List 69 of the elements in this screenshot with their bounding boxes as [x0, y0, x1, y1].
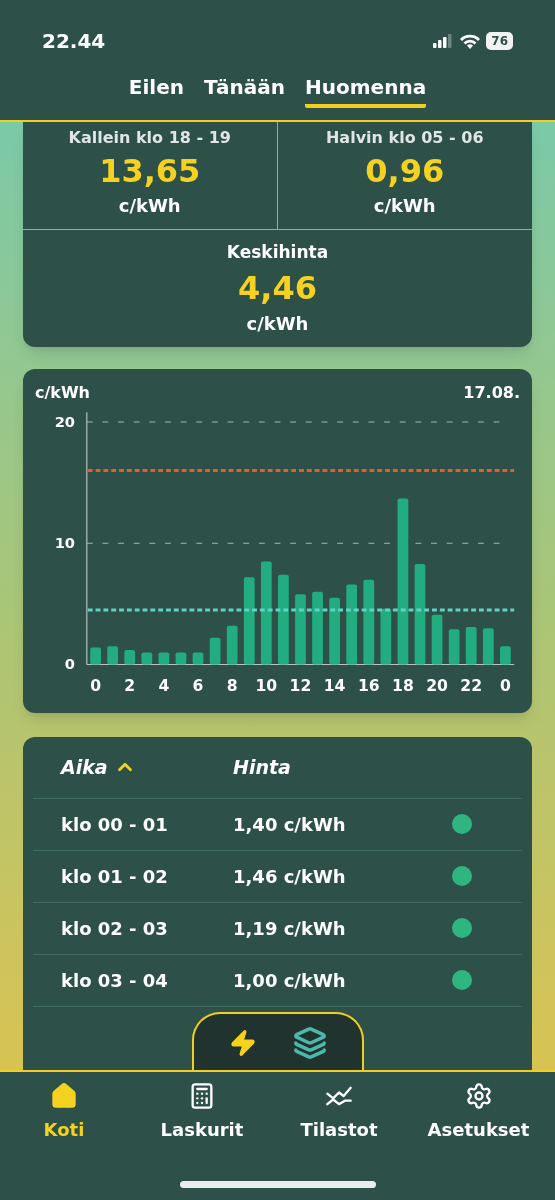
price-bar: [124, 649, 136, 665]
summary-unit: c/kWh: [118, 194, 181, 218]
x-tick-label: 18: [392, 675, 414, 695]
x-tick-label: 12: [289, 675, 312, 695]
bolt-button[interactable]: [229, 1029, 257, 1057]
price-cell-text: 1,40 c/kWh: [233, 812, 347, 837]
x-tick-label: 20: [426, 675, 448, 695]
price-bar: [107, 645, 119, 665]
price-bar: [431, 614, 443, 665]
x-tick-label: 14: [323, 675, 346, 695]
price-cell-text: 1,19 c/kWh: [233, 916, 347, 941]
home-icon: [50, 1082, 78, 1110]
summary-value: 13,65: [99, 151, 201, 192]
price-bar: [90, 647, 101, 665]
summary-label: Kallein klo 18 - 19: [68, 127, 231, 149]
summary-unit: c/kWh: [373, 194, 436, 218]
summary-unit: c/kWh: [246, 311, 309, 336]
status-time: 22.44: [42, 28, 106, 55]
price-bar: [295, 593, 306, 665]
x-tick-label: 0: [499, 675, 511, 695]
price-cell-text: 1,46 c/kWh: [233, 864, 347, 889]
column-header[interactable]: Hinta: [233, 752, 291, 782]
nav-tab[interactable]: Koti: [0, 1082, 128, 1143]
signal-icon: [432, 34, 455, 48]
summary-label: Halvin klo 05 - 06: [325, 127, 484, 149]
chart-unit: c/kWh: [35, 381, 90, 404]
nav-tab[interactable]: Asetukset: [402, 1082, 555, 1143]
time-cell-text: klo 01 - 02: [61, 864, 169, 889]
price-bar: [448, 628, 460, 665]
time-cell-text: klo 00 - 01: [61, 812, 169, 837]
price-bar: [226, 625, 238, 665]
price-cell-text: 1,00 c/kWh: [233, 968, 347, 993]
price-bar: [209, 637, 221, 665]
y-tick-label: 20: [54, 412, 76, 430]
day-tab[interactable]: Tänään: [204, 72, 286, 108]
nav-tab[interactable]: Tilastot: [276, 1082, 402, 1143]
price-bar: [500, 645, 511, 665]
nav-tab[interactable]: Laskurit: [128, 1082, 276, 1143]
summary-value: 0,96: [365, 151, 445, 192]
price-bar: [380, 608, 392, 665]
price-bar: [465, 626, 477, 665]
x-tick-label: 22: [460, 675, 483, 695]
wifi-icon: [460, 33, 481, 49]
day-tab[interactable]: Huomenna: [305, 72, 427, 108]
y-tick-label: 0: [64, 654, 76, 672]
battery-indicator: 76: [486, 32, 513, 50]
x-tick-label: 0: [90, 675, 102, 695]
x-tick-label: 16: [357, 675, 380, 695]
x-tick-label: 2: [124, 675, 136, 695]
price-bar: [192, 651, 204, 665]
day-tab[interactable]: Eilen: [128, 72, 185, 108]
chart-date: 17.08.: [463, 381, 520, 404]
price-bar: [329, 597, 340, 665]
summary-label: Keskihinta: [226, 241, 329, 264]
x-tick-label: 4: [158, 675, 170, 695]
settings-icon: [464, 1082, 493, 1110]
summary-value: 4,46: [238, 267, 317, 309]
y-tick-label: 10: [54, 533, 76, 551]
price-bar: [175, 651, 187, 665]
column-header[interactable]: Aika: [61, 752, 108, 782]
time-cell-text: klo 02 - 03: [61, 916, 169, 941]
x-tick-label: 6: [192, 675, 204, 695]
price-bar: [158, 651, 170, 665]
layers-button[interactable]: [293, 1026, 327, 1060]
x-tick-label: 8: [226, 675, 238, 695]
price-bar: [482, 627, 494, 665]
x-tick-label: 10: [255, 675, 278, 695]
time-cell-text: klo 03 - 04: [61, 968, 169, 993]
price-bar: [141, 651, 153, 665]
